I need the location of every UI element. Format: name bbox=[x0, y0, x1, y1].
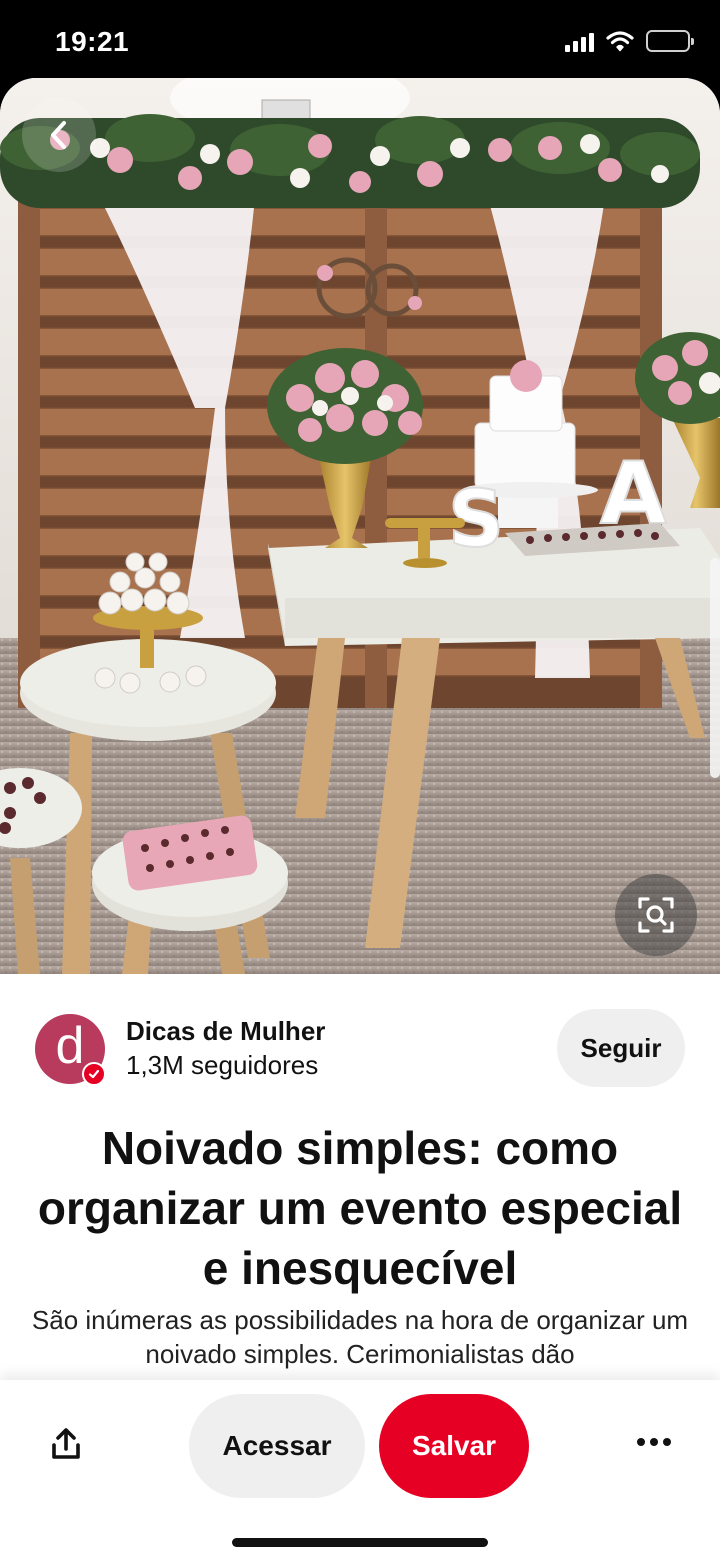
share-icon bbox=[52, 1428, 80, 1459]
signal-icon bbox=[565, 30, 594, 52]
flower-garland bbox=[0, 114, 700, 208]
status-time: 19:21 bbox=[55, 26, 130, 57]
creator-row: d Dicas de Mulher 1,3M seguidores Seguir bbox=[0, 1008, 720, 1108]
chevron-left-icon bbox=[51, 121, 66, 149]
visual-search-icon bbox=[638, 897, 674, 933]
action-bar: Acessar Salvar bbox=[0, 1380, 720, 1557]
visual-search-button[interactable] bbox=[615, 874, 697, 956]
avatar-letter: d bbox=[55, 1017, 85, 1075]
home-indicator bbox=[232, 1538, 488, 1547]
visit-button[interactable]: Acessar bbox=[189, 1394, 365, 1498]
battery-icon bbox=[646, 30, 694, 52]
back-button[interactable] bbox=[22, 98, 96, 172]
follow-button[interactable]: Seguir bbox=[557, 1009, 685, 1087]
status-icons bbox=[565, 30, 694, 52]
follower-count: 1,3M seguidores bbox=[126, 1050, 319, 1080]
pin-image[interactable]: S A bbox=[0, 78, 720, 974]
verified-icon bbox=[82, 1062, 106, 1086]
save-button[interactable]: Salvar bbox=[379, 1394, 529, 1498]
pin-sheet: S A d Dicas de Mulher 1,3M seguidores Se… bbox=[0, 78, 720, 1557]
wifi-icon bbox=[606, 30, 634, 52]
pin-title: Noivado simples: como organizar um event… bbox=[37, 1122, 683, 1294]
share-button[interactable] bbox=[38, 1416, 94, 1472]
status-bar: 19:21 bbox=[0, 0, 720, 78]
more-icon[interactable] bbox=[626, 1422, 682, 1462]
creator-name[interactable]: Dicas de Mulher bbox=[126, 1016, 325, 1047]
